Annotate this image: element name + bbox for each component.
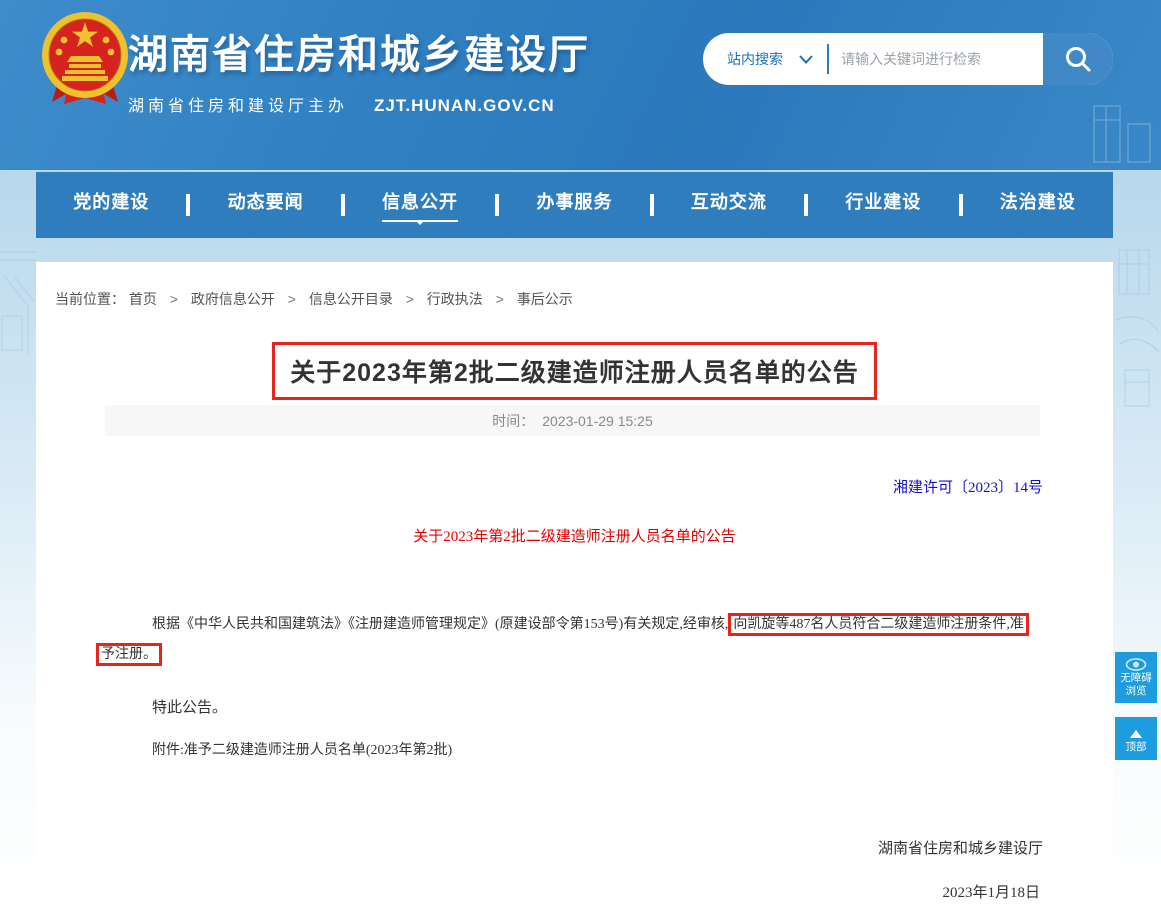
site-header: 湖南省住房和城乡建设厅 湖南省住房和建设厅主办 ZJT.HUNAN.GOV.CN… [0, 0, 1161, 170]
time-value: 2023-01-29 15:25 [542, 413, 653, 429]
highlighted-text-2: 予注册。 [96, 643, 162, 666]
search-scope-dropdown[interactable]: 站内搜索 [703, 49, 827, 69]
breadcrumb-link-home[interactable]: 首页 [129, 291, 157, 307]
nav-item-news[interactable]: 动态要闻 [190, 188, 340, 222]
search-button[interactable] [1043, 33, 1113, 85]
background-lines-art [0, 236, 36, 436]
site-title: 湖南省住房和城乡建设厅 [128, 22, 590, 80]
national-emblem-logo [34, 10, 136, 108]
breadcrumb-separator: > [496, 291, 504, 307]
breadcrumb-label: 当前位置： [55, 291, 125, 307]
search-scope-label: 站内搜索 [727, 49, 783, 69]
background-buildings-art [1113, 240, 1161, 500]
time-label: 时间： [492, 411, 534, 431]
paragraph-text: 根据《中华人民共和国建筑法》《注册建造师管理规定》(原建设部令第153号)有关规… [152, 617, 728, 632]
closing-statement: 特此公告。 [152, 696, 227, 717]
nav-item-info-disclosure[interactable]: 信息公开 [345, 188, 495, 222]
search-input[interactable] [841, 39, 1043, 79]
article-subtitle: 关于2023年第2批二级建造师注册人员名单的公告 [36, 525, 1113, 546]
search-divider [827, 44, 829, 74]
page: 湖南省住房和城乡建设厅 湖南省住房和建设厅主办 ZJT.HUNAN.GOV.CN… [0, 0, 1161, 911]
header-buildings-art [1086, 86, 1156, 166]
issue-date: 2023年1月18日 [942, 881, 1040, 902]
nav-item-industry[interactable]: 行业建设 [808, 188, 958, 222]
issuer-signature: 湖南省住房和城乡建设厅 [878, 837, 1043, 858]
breadcrumb-link-info-catalog[interactable]: 信息公开目录 [309, 291, 393, 307]
paragraph-line-1: 根据《中华人民共和国建筑法》《注册建造师管理规定》(原建设部令第153号)有关规… [96, 610, 1056, 640]
nav-item-interaction[interactable]: 互动交流 [654, 188, 804, 222]
breadcrumb-separator: > [406, 291, 414, 307]
search-icon [1063, 44, 1093, 74]
breadcrumb: 当前位置： 首页 > 政府信息公开 > 信息公开目录 > 行政执法 > 事后公示 [55, 289, 573, 309]
breadcrumb-link-post-publicity[interactable]: 事后公示 [517, 291, 573, 307]
doc-number: 湘建许可〔2023〕14号 [893, 476, 1043, 497]
highlighted-text-1: 向凯旋等487名人员符合二级建造师注册条件,准 [728, 613, 1029, 636]
accessibility-button[interactable]: 无障碍 浏览 [1115, 652, 1157, 703]
back-to-top-button[interactable]: 顶部 [1115, 717, 1157, 760]
accessibility-label-line2: 浏览 [1126, 685, 1147, 697]
arrow-up-icon [1130, 724, 1142, 738]
search-bar: 站内搜索 [703, 33, 1113, 85]
nav-item-party-building[interactable]: 党的建设 [36, 188, 186, 222]
accessibility-label-line1: 无障碍 [1120, 672, 1152, 684]
article-title: 关于2023年第2批二级建造师注册人员名单的公告 [272, 342, 877, 400]
attachment-link[interactable]: 附件:准予二级建造师注册人员名单(2023年第2批) [152, 739, 452, 759]
eye-icon [1125, 658, 1147, 671]
breadcrumb-link-gov-info[interactable]: 政府信息公开 [191, 291, 275, 307]
site-url: ZJT.HUNAN.GOV.CN [374, 96, 555, 116]
breadcrumb-separator: > [170, 291, 178, 307]
paragraph-line-2: 予注册。 [96, 640, 1056, 670]
content-area: 当前位置： 首页 > 政府信息公开 > 信息公开目录 > 行政执法 > 事后公示… [36, 262, 1113, 911]
chevron-down-icon [799, 55, 813, 64]
nav-item-services[interactable]: 办事服务 [499, 188, 649, 222]
nav-item-rule-of-law[interactable]: 法治建设 [963, 188, 1113, 222]
breadcrumb-separator: > [288, 291, 296, 307]
article-paragraph: 根据《中华人民共和国建筑法》《注册建造师管理规定》(原建设部令第153号)有关规… [96, 610, 1056, 670]
breadcrumb-link-law-enforcement[interactable]: 行政执法 [427, 291, 483, 307]
time-bar: 时间： 2023-01-29 15:25 [105, 405, 1040, 436]
back-to-top-label: 顶部 [1126, 741, 1147, 753]
main-nav: 党的建设 动态要闻 信息公开 办事服务 互动交流 行业建设 法治建设 [36, 172, 1113, 238]
site-subtitle: 湖南省住房和建设厅主办 [128, 92, 348, 116]
